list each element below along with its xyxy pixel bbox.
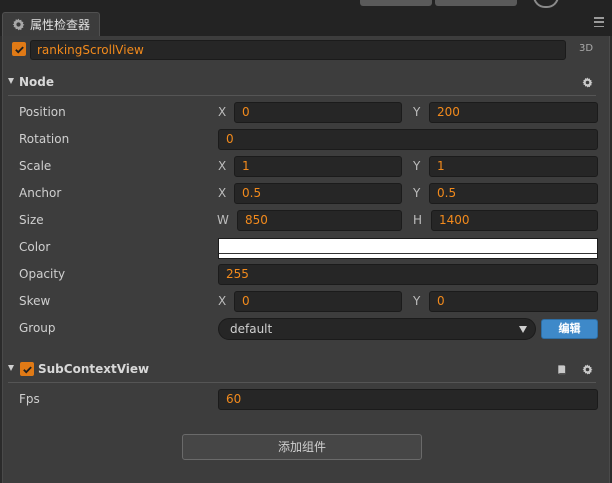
position-x-input[interactable]: 0 — [234, 102, 402, 123]
axis-label: Y — [413, 159, 421, 173]
group-select[interactable]: default — [218, 318, 536, 340]
book-icon[interactable] — [555, 363, 567, 375]
tab-title: 属性检查器 — [30, 18, 91, 32]
gear-icon — [10, 17, 26, 33]
node-section-header[interactable]: Node — [2, 69, 610, 95]
group-value: default — [230, 322, 273, 336]
skew-label: Skew — [19, 294, 51, 308]
opacity-label: Opacity — [19, 267, 66, 281]
divider — [8, 95, 596, 96]
add-component-button[interactable]: 添加组件 — [182, 434, 422, 460]
axis-label: X — [218, 186, 227, 200]
gear-icon[interactable] — [581, 363, 593, 375]
section-title: SubContextView — [38, 362, 150, 376]
edit-group-button[interactable]: 编辑 — [541, 319, 598, 339]
anchor-y-input[interactable]: 0.5 — [429, 183, 598, 204]
fps-label: Fps — [19, 392, 40, 406]
position-label: Position — [19, 105, 66, 119]
node-name-input[interactable]: rankingScrollView — [30, 40, 566, 60]
scale-y-input[interactable]: 1 — [429, 156, 598, 177]
divider — [8, 382, 596, 383]
top-bar: 属性检查器 — [0, 0, 612, 36]
anchor-x-input[interactable]: 0.5 — [234, 183, 402, 204]
rotation-input[interactable]: 0 — [218, 129, 598, 150]
axis-label: Y — [413, 186, 421, 200]
scale-x-input[interactable]: 1 — [234, 156, 402, 177]
size-width-input[interactable]: 850 — [237, 210, 402, 231]
checkmark-icon — [14, 45, 24, 53]
color-picker[interactable] — [218, 238, 598, 259]
color-label: Color — [19, 240, 51, 254]
scale-label: Scale — [19, 159, 52, 173]
collapse-arrow-icon — [8, 365, 14, 371]
component-enabled-checkbox[interactable] — [20, 362, 34, 376]
gear-icon[interactable] — [581, 76, 593, 88]
skew-y-input[interactable]: 0 — [429, 291, 598, 312]
axis-label: Y — [413, 105, 421, 119]
position-y-input[interactable]: 200 — [429, 102, 598, 123]
rotation-label: Rotation — [19, 132, 70, 146]
size-height-input[interactable]: 1400 — [431, 210, 598, 231]
axis-label: H — [413, 213, 423, 227]
menu-icon[interactable] — [594, 17, 604, 27]
axis-label: Y — [413, 294, 421, 308]
fps-input[interactable]: 60 — [218, 389, 598, 410]
checkmark-icon — [22, 365, 32, 373]
opacity-input[interactable]: 255 — [218, 264, 598, 285]
axis-label: W — [217, 213, 229, 227]
chevron-down-icon — [519, 326, 527, 333]
node-enabled-checkbox[interactable] — [12, 42, 26, 56]
group-label: Group — [19, 321, 56, 335]
tab-inspector[interactable]: 属性检查器 — [2, 12, 100, 36]
3d-toggle[interactable]: 3D — [579, 43, 593, 54]
anchor-label: Anchor — [19, 186, 62, 200]
skew-x-input[interactable]: 0 — [234, 291, 402, 312]
axis-label: X — [218, 159, 227, 173]
axis-label: X — [218, 294, 227, 308]
size-label: Size — [19, 213, 44, 227]
component-section-header[interactable]: SubContextView — [2, 356, 610, 382]
collapse-arrow-icon — [8, 78, 14, 84]
section-title: Node — [19, 75, 55, 89]
toolbar-button-partial[interactable] — [360, 0, 432, 6]
alpha-bar — [219, 253, 597, 257]
axis-label: X — [218, 105, 227, 119]
refresh-icon[interactable] — [533, 0, 559, 8]
toolbar-button-partial[interactable] — [435, 0, 517, 6]
